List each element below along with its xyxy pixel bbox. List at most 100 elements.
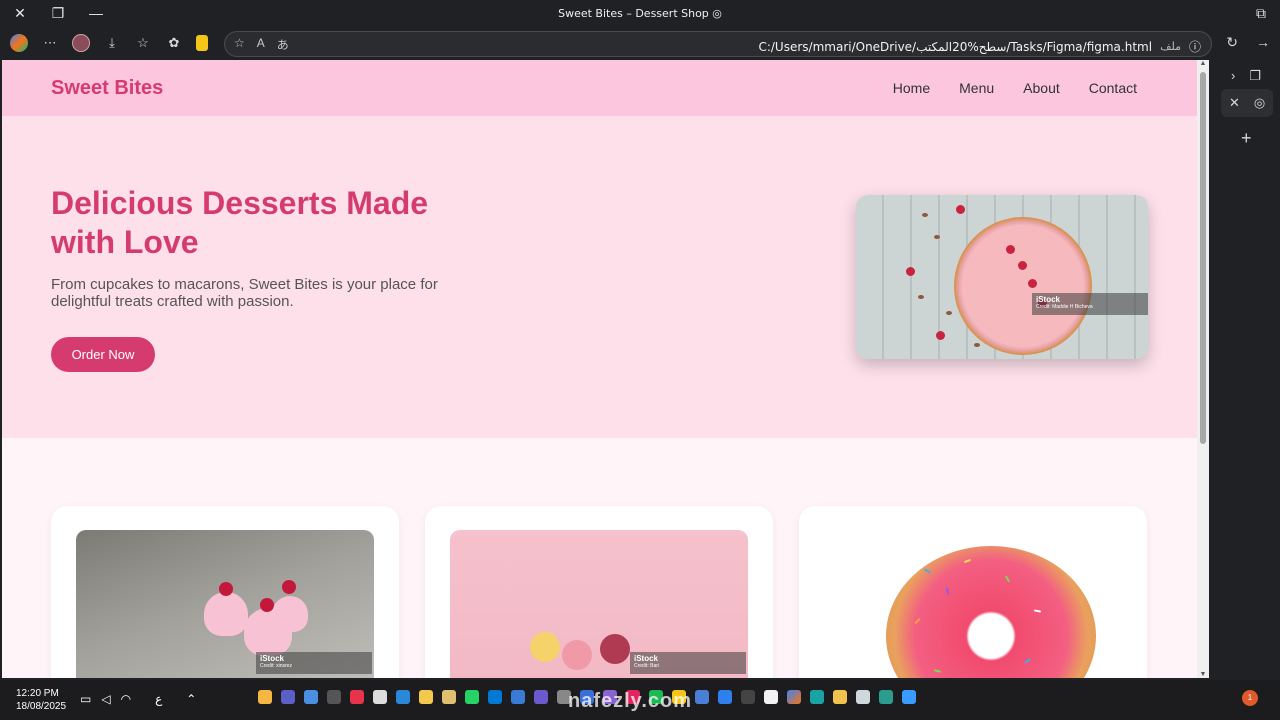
image-credit: iStock Credit: xinsrez <box>256 652 372 674</box>
app-icon[interactable] <box>764 690 778 704</box>
notification-badge[interactable]: 1 <box>1242 690 1258 706</box>
url-area[interactable]: C:/Users/mmari/OneDrive/سطح%20المكتب/Tas… <box>758 38 1201 55</box>
hero-subtitle: From cupcakes to macarons, Sweet Bites i… <box>51 276 438 310</box>
app-icon[interactable] <box>718 690 732 704</box>
copilot-icon[interactable] <box>10 34 28 52</box>
raspberry <box>260 598 274 612</box>
os-taskbar: 12:20 PM 18/08/2025 ▭ ◁ ◠ ع ⌃ nafezly.co… <box>0 680 1280 720</box>
macaron <box>530 632 560 662</box>
close-tab-icon[interactable]: ✕ <box>1229 95 1240 111</box>
app-icon[interactable] <box>534 690 548 704</box>
app-icon[interactable] <box>327 690 341 704</box>
info-icon[interactable]: ⓘ <box>1189 38 1201 55</box>
product-card[interactable]: iStock Credit: xinsrez <box>51 506 399 678</box>
extensions-icon[interactable]: ✿ <box>165 34 183 52</box>
window-titlebar: ✕ ❐ — Sweet Bites – Dessert Shop ◎ ⧉ <box>0 0 1280 28</box>
app-icon[interactable] <box>856 690 870 704</box>
tart-shape <box>954 217 1092 355</box>
macarons-image: iStock Credit: Bari <box>450 530 748 678</box>
translate-icon[interactable]: あ <box>277 36 289 53</box>
url-text[interactable]: C:/Users/mmari/OneDrive/سطح%20المكتب/Tas… <box>758 40 1152 54</box>
vertical-tabs-panel: › ❐ ✕ ◎ + <box>1209 60 1280 678</box>
add-favorite-icon[interactable]: ☆ <box>234 36 245 53</box>
strawberry <box>936 331 945 340</box>
nav-about[interactable]: About <box>1023 80 1060 96</box>
app-icon[interactable] <box>258 690 272 704</box>
page-viewport: Sweet Bites Home Menu About Contact Deli… <box>2 60 1197 678</box>
nav-home[interactable]: Home <box>893 80 930 96</box>
nav-menu[interactable]: Menu <box>959 80 994 96</box>
brand-logo[interactable]: Sweet Bites <box>51 77 163 100</box>
teams-icon[interactable] <box>281 690 295 704</box>
app-icon[interactable] <box>350 690 364 704</box>
app-icon[interactable] <box>511 690 525 704</box>
profile-avatar[interactable] <box>72 34 90 52</box>
cupcake <box>272 596 308 632</box>
clock-time: 12:20 PM <box>16 688 59 699</box>
file-explorer-icon[interactable] <box>833 690 847 704</box>
strawberry <box>956 205 965 214</box>
tab-actions-icon[interactable]: ❐ <box>1249 68 1261 84</box>
strawberry <box>1018 261 1027 270</box>
address-bar[interactable]: ☆ A あ C:/Users/mmari/OneDrive/سطح%20المك… <box>224 31 1212 57</box>
read-aloud-icon[interactable]: A <box>257 36 265 53</box>
clock-date: 18/08/2025 <box>16 701 67 712</box>
scroll-thumb[interactable] <box>1200 72 1206 444</box>
downloads-icon[interactable]: ⤓ <box>103 34 121 52</box>
battery-icon[interactable]: ▭ <box>80 692 91 706</box>
workspaces-icon[interactable]: ⧉ <box>1256 5 1266 22</box>
chevron-up-icon[interactable]: ⌃ <box>186 692 196 706</box>
expand-panel-icon[interactable]: › <box>1231 68 1235 84</box>
refresh-icon[interactable]: ↻ <box>1226 34 1238 51</box>
edge-icon[interactable] <box>810 690 824 704</box>
app-icon[interactable] <box>373 690 387 704</box>
windows-start-icon[interactable] <box>902 690 916 704</box>
app-icon[interactable] <box>695 690 709 704</box>
hero-tart-image: iStock Credit: Maddie H Bicheva <box>856 195 1148 359</box>
main-nav: Home Menu About Contact <box>893 80 1137 96</box>
browser-toolbar: ⋯ ⤓ ☆ ✿ ☆ A あ C:/Users/mmari/OneDrive/سط… <box>0 28 1280 60</box>
product-card[interactable] <box>799 506 1147 678</box>
image-credit: iStock Credit: Bari <box>630 652 746 674</box>
volume-icon[interactable]: ◁ <box>101 692 110 706</box>
watermark: nafezly.com <box>568 690 692 712</box>
product-card[interactable]: iStock Credit: Bari <box>425 506 773 678</box>
page-scrollbar[interactable]: ▲ ▼ <box>1197 60 1209 678</box>
file-tag: ملف <box>1160 40 1181 53</box>
hero-section: Delicious Desserts Made with Love From c… <box>2 116 1197 438</box>
macaron <box>600 634 630 664</box>
app-icon[interactable] <box>442 690 456 704</box>
scroll-down-arrow[interactable]: ▼ <box>1198 671 1208 678</box>
extension-icon[interactable] <box>196 35 208 51</box>
forward-icon[interactable]: → <box>1256 34 1270 51</box>
vscode-icon[interactable] <box>396 690 410 704</box>
cupcakes-image: iStock Credit: xinsrez <box>76 530 374 678</box>
active-tab-content: ✕ ◎ <box>1229 95 1265 111</box>
new-tab-icon[interactable]: + <box>1241 128 1252 149</box>
more-options-icon[interactable]: ⋯ <box>41 34 59 52</box>
macaron <box>562 640 592 670</box>
order-now-button[interactable]: Order Now <box>51 337 155 372</box>
products-section: iStock Credit: xinsrez iStock Credit: Ba… <box>2 438 1197 678</box>
nut <box>974 343 980 347</box>
search-icon[interactable] <box>879 690 893 704</box>
nav-contact[interactable]: Contact <box>1089 80 1137 96</box>
wifi-icon[interactable]: ◠ <box>121 692 131 706</box>
clock[interactable]: 12:20 PM 18/08/2025 <box>16 687 66 713</box>
copilot-icon[interactable] <box>787 690 801 704</box>
scroll-up-arrow[interactable]: ▲ <box>1198 60 1208 67</box>
strawberry <box>1028 279 1037 288</box>
toolbar-left-icons: ⋯ ⤓ ☆ ✿ <box>10 34 208 52</box>
app-icon[interactable] <box>304 690 318 704</box>
whatsapp-icon[interactable] <box>465 690 479 704</box>
credit-brand: iStock <box>634 654 659 663</box>
hero-title: Delicious Desserts Made with Love <box>51 185 429 260</box>
app-icon[interactable] <box>741 690 755 704</box>
app-icon[interactable] <box>419 690 433 704</box>
language-indicator[interactable]: ع <box>155 692 162 706</box>
nut <box>934 235 940 239</box>
outlook-icon[interactable] <box>488 690 502 704</box>
favorites-icon[interactable]: ☆ <box>134 34 152 52</box>
globe-icon: ◎ <box>1253 95 1266 110</box>
cupcake <box>204 592 248 636</box>
